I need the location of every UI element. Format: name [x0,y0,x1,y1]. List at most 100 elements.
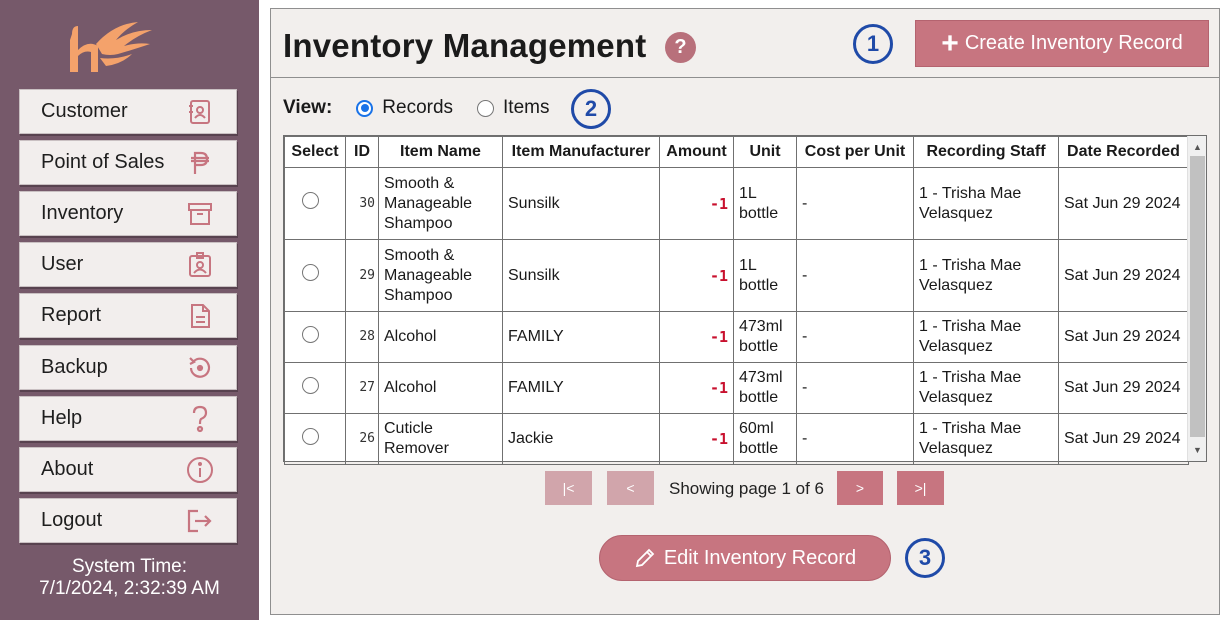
scroll-up-arrow-icon[interactable]: ▲ [1188,138,1207,156]
view-toggle: View: Records Items [283,96,573,120]
restore-icon [186,354,214,382]
table-row[interactable]: 30 Smooth & Manageable Shampoo Sunsilk -… [284,167,1189,240]
help-question-button[interactable]: ? [665,32,696,63]
column-header: Item Name [378,136,503,168]
unit-cell: 1L bottle [733,167,797,240]
select-cell[interactable] [284,311,346,363]
column-header: Item Manufacturer [502,136,660,168]
sidebar-item-label: Help [41,407,83,429]
inventory-table: Select ID Item Name Item Manufacturer Am… [283,135,1207,465]
page-title: Inventory Management [283,27,647,64]
id-cell: 26 [345,413,379,465]
contact-book-icon [186,98,214,126]
view-label: View: [283,97,333,118]
item-name-cell: Alcohol [378,362,503,414]
unit-cell: 473ml bottle [733,362,797,414]
unit-cell: 1L bottle [733,239,797,312]
date-cell: Sat Jun 29 2024 [1058,413,1189,465]
system-time-value: 7/1/2024, 2:32:39 AM [39,578,220,599]
select-cell[interactable] [284,362,346,414]
table-row[interactable]: 29 Smooth & Manageable Shampoo Sunsilk -… [284,239,1189,312]
sidebar-item-user[interactable]: User [19,242,237,287]
column-header: Select [284,136,346,168]
table-scrollbar[interactable]: ▲ ▼ [1187,136,1206,461]
amount-cell: -1 [659,413,734,465]
row-select-radio[interactable] [302,192,319,209]
id-cell: 29 [345,239,379,312]
sidebar-item-help[interactable]: Help [19,396,237,441]
manufacturer-cell: Sunsilk [502,167,660,240]
id-badge-icon [186,251,214,279]
column-header: Unit [733,136,797,168]
sidebar-item-label: Report [41,304,102,326]
create-button-label: Create Inventory Record [964,32,1183,54]
edit-button-label: Edit Inventory Record [663,546,857,569]
records-radio[interactable] [356,99,374,117]
column-header: Cost per Unit [796,136,914,168]
next-page-button[interactable]: > [837,471,883,505]
unit-cell: 60ml bottle [733,413,797,465]
sidebar-item-logout[interactable]: Logout [19,498,237,543]
scrollbar-thumb[interactable] [1190,156,1205,437]
table-row[interactable]: 27 Alcohol FAMILY -1 473ml bottle - 1 - … [284,362,1189,414]
table-row[interactable]: 26 Cuticle Remover Jackie -1 60ml bottle… [284,413,1189,465]
select-cell[interactable] [284,167,346,240]
item-name-cell: Smooth & Manageable Shampoo [378,167,503,240]
system-time-label: System Time: [71,556,188,577]
sidebar-item-point-of-sales[interactable]: Point of Sales [19,140,237,185]
plus-icon: + [941,26,959,60]
scroll-down-arrow-icon[interactable]: ▼ [1188,441,1207,459]
id-cell: 28 [345,311,379,363]
date-cell: Sat Jun 29 2024 [1058,239,1189,312]
column-header: Recording Staff [913,136,1059,168]
view-option-records[interactable]: Records [356,97,453,119]
unit-cell: 473ml bottle [733,311,797,363]
step-marker-3: 3 [905,538,945,578]
staff-cell: 1 - Trisha Mae Velasquez [913,413,1059,465]
items-radio[interactable] [477,99,495,117]
view-option-items[interactable]: Items [477,97,549,119]
row-select-radio[interactable] [302,427,319,445]
sidebar-item-inventory[interactable]: Inventory [19,191,237,236]
step-marker-2: 2 [571,89,611,129]
select-cell[interactable] [284,239,346,312]
staff-cell: 1 - Trisha Mae Velasquez [913,167,1059,240]
row-select-radio[interactable] [302,325,319,343]
column-header: Date Recorded [1058,136,1189,168]
sidebar-item-backup[interactable]: Backup [19,345,237,390]
cost-cell: - [796,239,914,312]
salon-logo [70,22,152,72]
view-option-label: Items [503,97,550,118]
row-select-radio[interactable] [302,376,319,394]
edit-inventory-record-button[interactable]: Edit Inventory Record [599,535,891,581]
archive-box-icon [186,200,214,228]
first-page-button[interactable]: |< [545,471,592,505]
amount-cell: -1 [659,362,734,414]
last-page-button[interactable]: >| [897,471,944,505]
sidebar: Customer Point of Sales Inventory User R… [0,0,259,620]
sidebar-item-about[interactable]: About [19,447,237,492]
records-table: Select ID Item Name Item Manufacturer Am… [284,136,1189,465]
cost-cell: - [796,311,914,363]
column-header: Amount [659,136,734,168]
date-cell: Sat Jun 29 2024 [1058,362,1189,414]
item-name-cell: Smooth & Manageable Shampoo [378,239,503,312]
create-inventory-record-button[interactable]: + Create Inventory Record [915,20,1209,67]
sidebar-item-report[interactable]: Report [19,293,237,338]
id-cell: 27 [345,362,379,414]
sidebar-item-label: Customer [41,100,128,122]
select-cell[interactable] [284,413,346,465]
sidebar-item-customer[interactable]: Customer [19,89,237,134]
info-icon [186,456,214,484]
amount-cell: -1 [659,167,734,240]
view-option-label: Records [382,97,454,118]
main-panel: Inventory Management ? 1 + Create Invent… [270,8,1220,615]
cost-cell: - [796,413,914,465]
sidebar-item-label: Point of Sales [41,151,165,173]
prev-page-button[interactable]: < [607,471,654,505]
question-icon [186,405,214,433]
column-header: ID [345,136,379,168]
row-select-radio[interactable] [302,264,319,281]
table-row[interactable]: 28 Alcohol FAMILY -1 473ml bottle - 1 - … [284,311,1189,363]
item-name-cell: Alcohol [378,311,503,363]
